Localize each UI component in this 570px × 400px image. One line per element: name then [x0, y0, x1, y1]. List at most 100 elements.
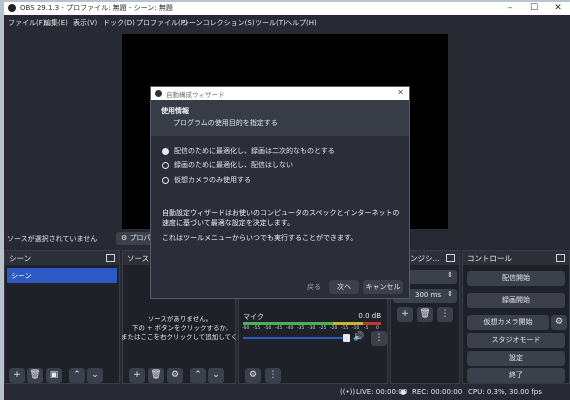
- controls-dock: コントロール 配信開始 録画開始 仮想カメラ開始 ⚙ スタジオモード 設定 終了: [462, 250, 570, 384]
- controls-dock-header: コントロール: [463, 251, 569, 265]
- scale-tick: -50: [264, 326, 272, 331]
- wizard-heading: 使用情報: [161, 107, 189, 115]
- audio-level-readout: 0.0 dB: [358, 312, 381, 320]
- rec-time: REC: 00:00:00: [412, 388, 463, 396]
- audio-channel-name: マイク: [243, 313, 264, 321]
- volume-slider-handle[interactable]: [343, 334, 350, 342]
- scene-filter-icon[interactable]: ▣: [46, 368, 62, 383]
- scenes-dock-title: シーン: [9, 254, 32, 263]
- option-label: 仮想カメラのみ使用する: [174, 176, 251, 184]
- menu-help[interactable]: ヘルプ(H): [285, 18, 317, 28]
- scale-tick: -55: [253, 326, 261, 331]
- auto-config-wizard-dialog: 自動構成ウィザード ✕ 使用情報 プログラムの使用目的を指定する 配信のために最…: [150, 86, 410, 299]
- virtual-camera-settings-gear-icon[interactable]: ⚙: [551, 315, 567, 330]
- menu-profile[interactable]: プロファイル(P): [136, 18, 188, 28]
- radio-selected-icon: [162, 147, 169, 155]
- scale-tick: -20: [330, 326, 338, 331]
- option-label: 配信のために最適化し、録画は二次的なものとする: [174, 147, 335, 155]
- wizard-info-text-2: これはツールメニューからいつでも実行することができます。: [162, 234, 358, 242]
- sources-empty-line: またはここを右クリックして追加してください。: [121, 333, 264, 341]
- radio-optimize-recording[interactable]: 録画のために最適化し、配信はしない: [162, 160, 293, 170]
- scale-tick: -60: [242, 326, 250, 331]
- move-source-down-icon[interactable]: ⌄: [208, 368, 224, 383]
- undock-icon[interactable]: [446, 254, 455, 262]
- sources-empty-line: ソースがありません。: [147, 315, 213, 323]
- menu-bar: ファイル(F) 編集(E) 表示(V) ドック(D) プロファイル(P) シーン…: [4, 15, 570, 30]
- radio-unselected-icon: [162, 176, 169, 184]
- menu-view[interactable]: 表示(V): [73, 18, 97, 28]
- move-scene-up-icon[interactable]: ⌃: [69, 368, 85, 383]
- rec-icon: ●: [400, 388, 407, 396]
- menu-tools[interactable]: ツール(T): [255, 18, 286, 28]
- title-bar: OBS 29.1.3 - プロファイル: 無題 - シーン: 無題 – ☐ ✕: [4, 2, 570, 15]
- add-scene-button[interactable]: +: [9, 368, 25, 383]
- cancel-button[interactable]: キャンセル: [363, 280, 403, 294]
- menu-scene-collection[interactable]: シーンコレクション(S): [182, 18, 255, 28]
- transition-menu-icon[interactable]: ⋮: [437, 307, 453, 322]
- remove-scene-trash-icon[interactable]: 🗑: [27, 368, 43, 383]
- volume-slider[interactable]: [243, 337, 347, 339]
- scene-item-label: シーン: [11, 272, 32, 280]
- start-recording-button[interactable]: 録画開始: [467, 293, 565, 308]
- scale-tick: -35: [297, 326, 305, 331]
- wizard-subheading: プログラムの使用目的を指定する: [173, 119, 278, 127]
- speaker-icon[interactable]: 🔊: [353, 332, 364, 342]
- audio-menu-kebab-icon[interactable]: ⋮: [371, 331, 387, 346]
- remove-transition-trash-icon[interactable]: 🗑: [417, 307, 433, 322]
- minimize-button[interactable]: –: [498, 2, 522, 15]
- back-button[interactable]: 戻る: [303, 280, 325, 294]
- wizard-close-icon[interactable]: ✕: [397, 88, 404, 97]
- start-streaming-button[interactable]: 配信開始: [467, 271, 565, 286]
- scenes-dock: シーン シーン + 🗑 ▣ ⌃ ⌄: [4, 250, 120, 384]
- scale-tick: -10: [352, 326, 360, 331]
- studio-mode-button[interactable]: スタジオモード: [467, 333, 565, 348]
- radio-optimize-streaming[interactable]: 配信のために最適化し、録画は二次的なものとする: [162, 146, 335, 156]
- add-transition-button[interactable]: +: [397, 307, 413, 322]
- radio-unselected-icon: [162, 161, 169, 169]
- obs-logo-icon: [155, 90, 162, 97]
- wizard-header: 使用情報 プログラムの使用目的を指定する: [151, 100, 409, 136]
- transition-duration-value: 300 ms: [415, 291, 442, 299]
- sources-dock-title: ソース: [127, 254, 150, 263]
- window-title: OBS 29.1.3 - プロファイル: 無題 - シーン: 無題: [20, 4, 173, 12]
- undock-icon[interactable]: [106, 254, 115, 262]
- scenes-dock-header: シーン: [5, 251, 119, 265]
- next-button[interactable]: 次へ: [329, 280, 359, 294]
- audio-mixer-menu-icon[interactable]: ⋮: [265, 368, 281, 383]
- radio-virtual-camera-only[interactable]: 仮想カメラのみ使用する: [162, 175, 251, 185]
- move-source-up-icon[interactable]: ⌃: [190, 368, 206, 383]
- audio-meter-red: [363, 322, 381, 325]
- settings-button[interactable]: 設定: [467, 351, 565, 366]
- audio-settings-gear-icon[interactable]: ⚙: [245, 368, 261, 383]
- menu-file[interactable]: ファイル(F): [8, 18, 46, 28]
- remove-source-trash-icon[interactable]: 🗑: [148, 368, 164, 383]
- obs-logo-icon: [8, 4, 16, 12]
- no-source-selected-label: ソースが選択されていません: [7, 235, 98, 243]
- menu-edit[interactable]: 編集(E): [44, 18, 68, 28]
- scene-list-item[interactable]: シーン: [7, 268, 117, 283]
- move-scene-down-icon[interactable]: ⌄: [87, 368, 103, 383]
- scale-tick: -40: [286, 326, 294, 331]
- source-properties-gear-icon[interactable]: ⚙: [167, 368, 183, 383]
- sources-empty-message[interactable]: ソースがありません。 下の + ボタンをクリックするか, またはここを右クリック…: [121, 315, 263, 342]
- scale-tick: -30: [308, 326, 316, 331]
- menu-dock[interactable]: ドック(D): [103, 18, 135, 28]
- scale-tick: -25: [319, 326, 327, 331]
- status-bar: ((•)) LIVE: 00:00:00 ● REC: 00:00:00 CPU…: [4, 384, 570, 400]
- audio-meter-green: [243, 322, 333, 325]
- audio-meter-yellow: [333, 322, 363, 325]
- scale-tick: -15: [341, 326, 349, 331]
- exit-button[interactable]: 終了: [467, 368, 565, 383]
- maximize-button[interactable]: ☐: [522, 2, 546, 15]
- live-signal-icon: ((•)): [340, 388, 356, 396]
- close-button[interactable]: ✕: [546, 2, 570, 15]
- add-source-button[interactable]: +: [129, 368, 145, 383]
- undock-icon[interactable]: [556, 254, 565, 262]
- scale-tick: -45: [275, 326, 283, 331]
- wizard-info-text: 自動設定ウィザードはお使いのコンピュータのスペックとインターネットの速度に基づい…: [162, 209, 400, 227]
- wizard-title-bar: 自動構成ウィザード ✕: [151, 87, 409, 100]
- scale-tick: -5: [364, 326, 369, 331]
- wizard-title: 自動構成ウィザード: [166, 91, 225, 99]
- start-virtual-camera-button[interactable]: 仮想カメラ開始: [467, 315, 549, 330]
- option-label: 録画のために最適化し、配信はしない: [174, 161, 293, 169]
